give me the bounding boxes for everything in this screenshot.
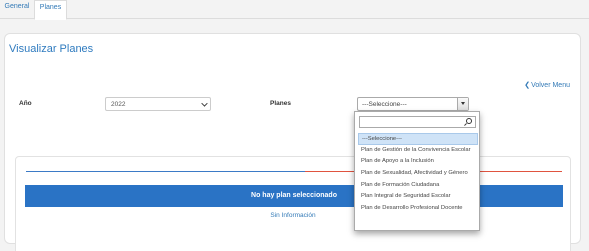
dropdown-search-input[interactable] bbox=[359, 116, 476, 128]
chevron-left-icon: ❮ bbox=[524, 82, 531, 89]
volver-menu-link[interactable]: ❮Volver Menu bbox=[524, 81, 570, 89]
anio-select-value: 2022 bbox=[111, 101, 126, 108]
planes-select[interactable]: ---Seleccione--- bbox=[357, 97, 469, 111]
volver-menu-label: Volver Menu bbox=[531, 82, 570, 89]
planes-select-value: ---Seleccione--- bbox=[362, 101, 407, 108]
dropdown-arrow-icon[interactable] bbox=[457, 98, 468, 110]
visualizar-planes-panel: Visualizar Planes ❮Volver Menu Año 2022 … bbox=[4, 33, 581, 251]
tab-planes[interactable]: Planes bbox=[34, 0, 67, 20]
no-plan-banner: No hay plan seleccionado bbox=[25, 185, 563, 207]
dropdown-option[interactable]: Plan de Formación Ciudadana bbox=[358, 180, 478, 192]
chevron-down-icon bbox=[201, 100, 208, 107]
dropdown-option[interactable]: Plan de Gestión de la Convivencia Escola… bbox=[358, 145, 478, 157]
tab-general[interactable]: General bbox=[0, 0, 34, 19]
dropdown-option[interactable]: Plan de Desarrollo Profesional Docente bbox=[358, 203, 478, 215]
dropdown-option[interactable]: Plan de Apoyo a la Inclusión bbox=[358, 156, 478, 168]
tab-bar: General Planes bbox=[0, 0, 589, 20]
dropdown-option[interactable]: Plan de Sexualidad, Afectividad y Género bbox=[358, 168, 478, 180]
dropdown-option[interactable]: Plan Integral de Seguridad Escolar bbox=[358, 191, 478, 203]
planes-label: Planes bbox=[270, 100, 291, 107]
anio-select[interactable]: 2022 bbox=[105, 97, 211, 111]
anio-label: Año bbox=[19, 100, 32, 107]
plan-result-box: No hay plan seleccionado Sin Información bbox=[15, 156, 571, 251]
progress-line-fill bbox=[26, 171, 305, 172]
dropdown-option[interactable]: ---Seleccione--- bbox=[358, 133, 478, 145]
page-title: Visualizar Planes bbox=[9, 43, 94, 55]
sin-informacion-text: Sin Información bbox=[270, 212, 316, 219]
progress-line bbox=[26, 171, 562, 172]
dropdown-options-list: ---Seleccione--- Plan de Gestión de la C… bbox=[358, 133, 478, 215]
search-icon bbox=[466, 118, 472, 124]
planes-dropdown-menu: ---Seleccione--- Plan de Gestión de la C… bbox=[354, 111, 480, 231]
